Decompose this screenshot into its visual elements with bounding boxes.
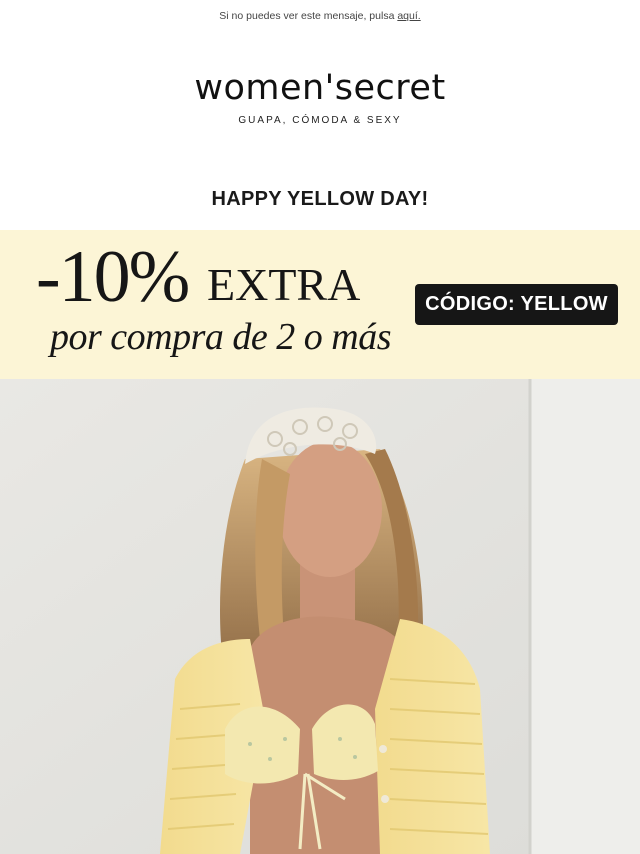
promo-code-button[interactable]: CÓDIGO: YELLOW	[415, 284, 618, 325]
promo-banner[interactable]: -10% EXTRA por compra de 2 o más CÓDIGO:…	[0, 230, 640, 379]
promo-extra: EXTRA	[207, 259, 361, 310]
preheader: Si no puedes ver este mensaje, pulsa aqu…	[0, 10, 640, 22]
hero-image[interactable]	[0, 379, 640, 854]
view-online-link[interactable]: aquí.	[397, 10, 420, 22]
promo-subtitle: por compra de 2 o más	[50, 316, 391, 358]
brand-logo[interactable]: women'secret	[0, 68, 640, 108]
headline: HAPPY YELLOW DAY!	[211, 188, 429, 210]
preheader-text: Si no puedes ver este mensaje, pulsa	[219, 10, 398, 22]
promo-percent: -10%	[36, 236, 190, 318]
hero-photo	[0, 379, 640, 854]
brand-tagline: GUAPA, CÓMODA & SEXY	[238, 115, 402, 126]
